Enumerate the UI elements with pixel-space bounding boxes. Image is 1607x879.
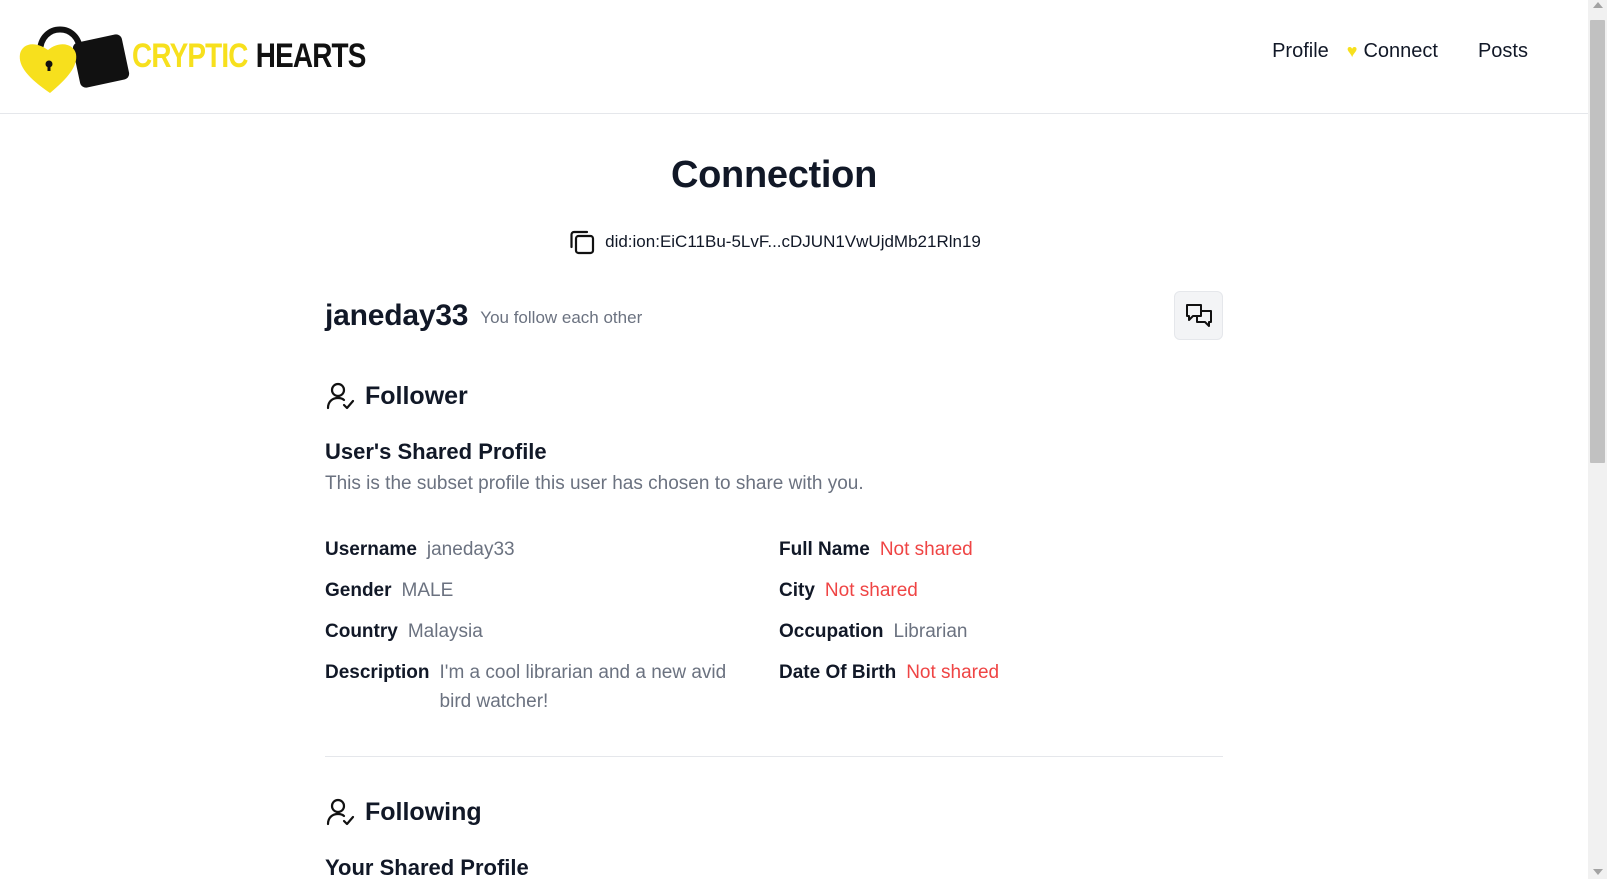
field-label: Description [325,662,430,683]
logo-word-cryptic: CRYPTIC [132,36,248,75]
field-country: Country Malaysia [325,617,779,646]
following-section-title: Following [365,797,482,826]
follower-section-title: Follower [365,381,468,410]
nav-posts-link[interactable]: Posts [1478,40,1528,63]
connection-username: janeday33 [325,299,469,332]
chat-button[interactable] [1174,291,1223,340]
field-username: Username janeday33 [325,535,779,564]
heart-lock-logo-icon [19,26,130,93]
shared-profile-fields: Username janeday33 Full Name Not shared … [325,535,1223,716]
did-row: did:ion:EiC11Bu-5LvF...cDJUN1VwUjdMb21Rl… [325,227,1223,257]
field-label: City [779,580,815,601]
scroll-up-arrow-icon[interactable] [1593,2,1603,8]
field-full-name: Full Name Not shared [779,535,1223,564]
your-shared-profile-title: Your Shared Profile [325,855,529,879]
field-label: Username [325,539,417,560]
field-label: Gender [325,580,392,601]
connection-user-row: janeday33 You follow each other [325,291,1223,341]
field-city: City Not shared [779,576,1223,605]
nav-profile-link[interactable]: Profile [1272,40,1329,63]
main-nav: Profile ♥ Connect Posts [1272,40,1528,63]
following-section-header: Following [325,797,1223,827]
user-check-icon [326,798,355,826]
follower-section-header: Follower [325,381,1223,411]
scroll-thumb[interactable] [1590,20,1605,463]
chat-bubbles-icon [1185,303,1212,327]
logo-word-hearts: HEARTS [255,36,367,75]
scroll-down-arrow-icon[interactable] [1593,869,1603,875]
follow-status: You follow each other [480,308,643,327]
section-divider [325,756,1223,757]
field-value: MALE [401,580,454,601]
shared-profile-title: User's Shared Profile [325,439,547,464]
field-label: Occupation [779,621,884,642]
field-label: Country [325,621,398,642]
field-label: Date Of Birth [779,662,897,683]
field-value: janeday33 [426,539,515,560]
connection-page: Connection did:ion:EiC11Bu-5LvF...cDJUN1… [325,114,1223,879]
user-check-icon [326,382,355,410]
field-gender: Gender MALE [325,576,779,605]
vertical-scrollbar[interactable] [1588,0,1607,879]
field-value: Not shared [879,539,973,560]
field-value: Not shared [824,580,918,601]
page-title: Connection [671,154,877,196]
field-description: Description I'm a cool librarian and a n… [325,658,779,716]
top-header: CRYPTIC HEARTS Profile ♥ Connect Posts [0,0,1588,114]
heart-icon: ♥ [1346,41,1358,61]
shared-profile-description: This is the subset profile this user has… [325,473,864,494]
field-value: Not shared [906,662,1000,683]
nav-connect-link[interactable]: ♥ Connect [1347,40,1438,63]
cryptic-hearts-logo[interactable]: CRYPTIC HEARTS [18,18,417,94]
did-value: did:ion:EiC11Bu-5LvF...cDJUN1VwUjdMb21Rl… [605,232,981,251]
field-label: Full Name [779,539,870,560]
field-value: I'm a cool librarian and a new avid bird… [439,662,727,712]
field-date-of-birth: Date Of Birth Not shared [779,658,1223,716]
field-value: Librarian [893,621,968,642]
logo-wordmark: CRYPTIC HEARTS [132,37,366,76]
nav-connect-label: Connect [1363,40,1438,62]
copy-icon[interactable] [567,227,597,257]
field-occupation: Occupation Librarian [779,617,1223,646]
field-value: Malaysia [407,621,483,642]
